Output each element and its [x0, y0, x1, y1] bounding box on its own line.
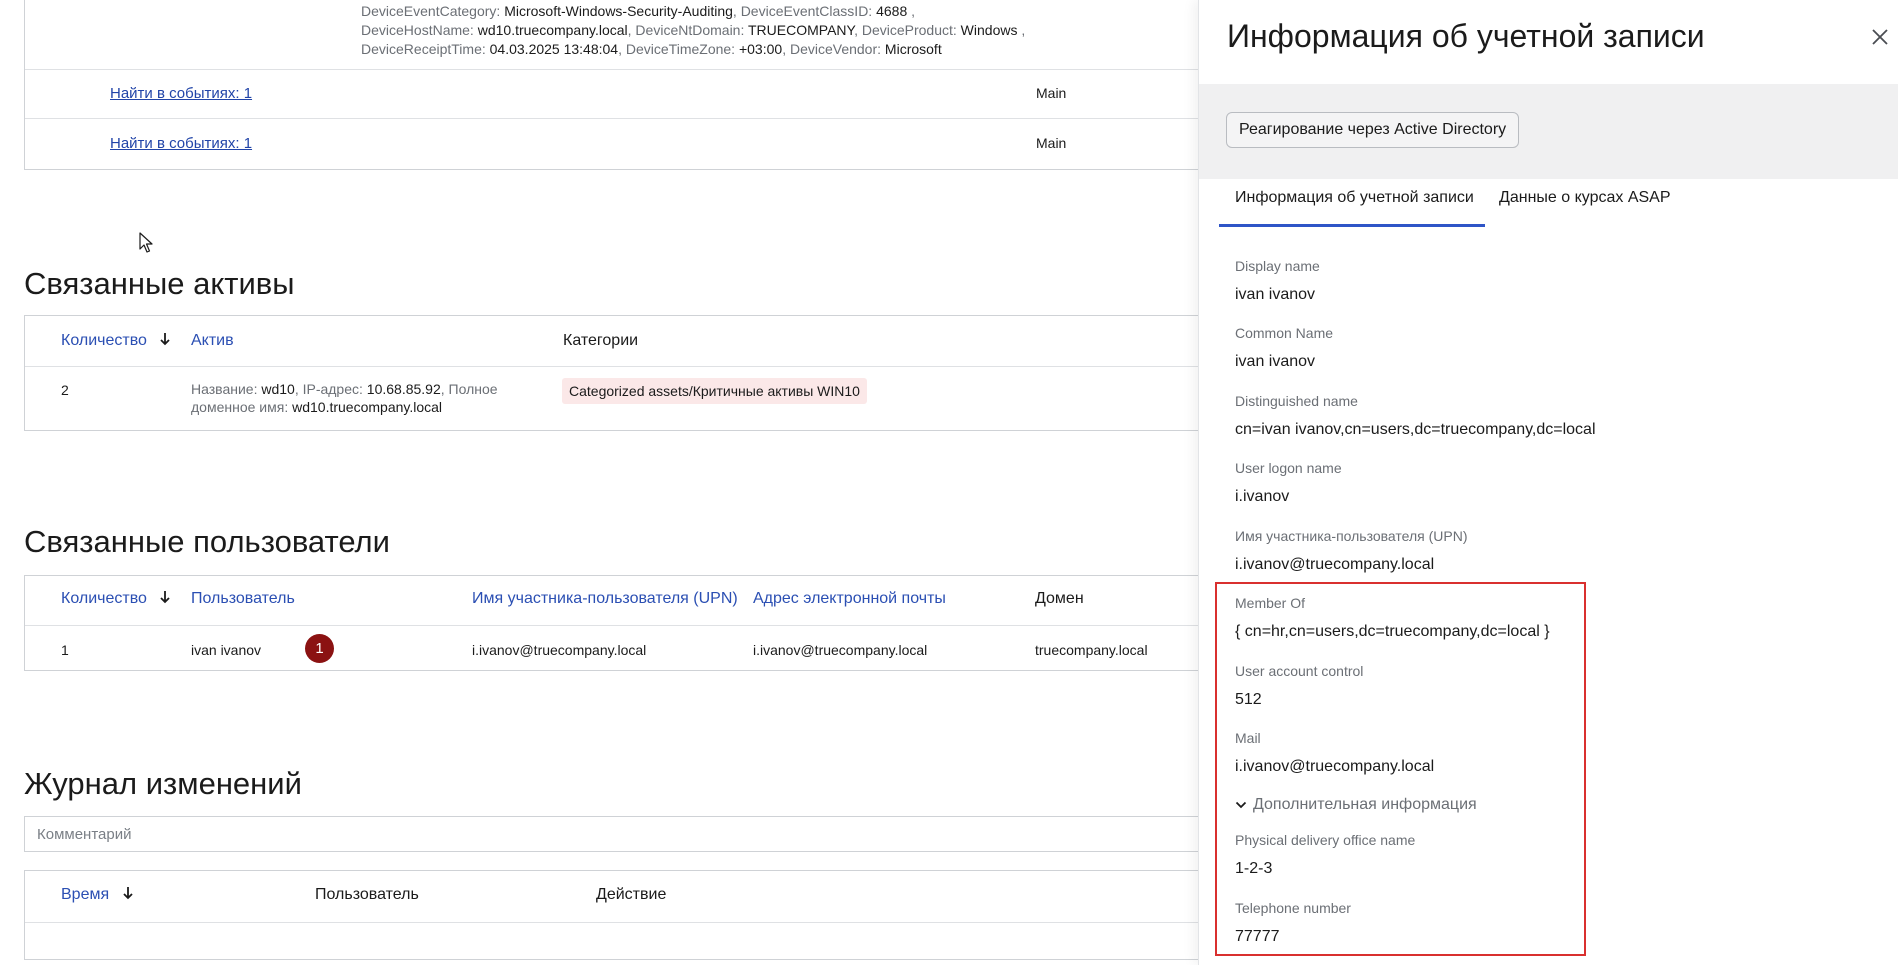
sort-down-icon	[159, 590, 171, 604]
field-value-mail: i.ivanov@truecompany.local	[1235, 758, 1435, 775]
users-section-title: Связанные пользователи	[24, 524, 390, 559]
changelog-section-title: Журнал изменений	[24, 766, 302, 801]
col-header-domain: Домен	[1035, 590, 1084, 607]
events-table: DeviceEventCategory: Microsoft-Windows-S…	[24, 0, 1198, 170]
panel-tabs: Информация об учетной записи Данные о ку…	[1199, 179, 1898, 227]
col-header-asset[interactable]: Актив	[191, 332, 234, 350]
field-value-distinguished-name: cn=ivan ivanov,cn=users,dc=truecompany,d…	[1235, 421, 1596, 438]
field-value-telephone: 77777	[1235, 928, 1280, 945]
field-value-member-of: { cn=hr,cn=users,dc=truecompany,dc=local…	[1235, 623, 1550, 640]
field-label-common-name: Common Name	[1235, 325, 1334, 341]
user-domain: truecompany.local	[1035, 642, 1148, 658]
field-label-upn: Имя участника-пользователя (UPN)	[1235, 528, 1468, 544]
field-label-distinguished-name: Distinguished name	[1235, 393, 1358, 409]
additional-info-toggle[interactable]: Дополнительная информация	[1235, 796, 1477, 814]
main-content: DeviceEventCategory: Microsoft-Windows-S…	[0, 0, 1198, 965]
chevron-down-icon	[1235, 801, 1247, 809]
event-details-line-2: DeviceHostName: wd10.truecompany.local, …	[361, 22, 1026, 38]
event-source: Main	[1036, 85, 1067, 101]
user-email: i.ivanov@truecompany.local	[753, 642, 928, 658]
col-header-user[interactable]: Пользователь	[191, 590, 295, 608]
field-value-user-account-control: 512	[1235, 691, 1262, 708]
user-upn: i.ivanov@truecompany.local	[472, 642, 647, 658]
panel-title: Информация об учетной записи	[1227, 18, 1705, 54]
assets-section-title: Связанные активы	[24, 266, 295, 301]
field-label-user-account-control: User account control	[1235, 663, 1364, 679]
tab-account-info[interactable]: Информация об учетной записи	[1235, 189, 1474, 207]
sort-down-icon	[159, 332, 171, 346]
field-label-member-of: Member Of	[1235, 595, 1306, 611]
find-in-events-link[interactable]: Найти в событиях: 1	[110, 85, 252, 102]
asset-count: 2	[61, 382, 69, 398]
close-icon[interactable]	[1869, 26, 1891, 48]
row-divider	[25, 625, 1198, 626]
annotation-badge: 1	[305, 634, 334, 663]
col-header-upn[interactable]: Имя участника-пользователя (UPN)	[472, 590, 738, 608]
assets-table: Количество Актив Категории 2 Название: w…	[24, 315, 1198, 431]
field-label-logon-name: User logon name	[1235, 460, 1342, 476]
mouse-cursor-icon	[139, 232, 153, 253]
col-header-count[interactable]: Количество	[61, 590, 171, 608]
field-label-telephone: Telephone number	[1235, 900, 1351, 916]
field-value-common-name: ivan ivanov	[1235, 353, 1316, 370]
user-name[interactable]: ivan ivanov	[191, 642, 261, 658]
col-header-email[interactable]: Адрес электронной почты	[753, 590, 946, 608]
field-label-office: Physical delivery office name	[1235, 832, 1416, 848]
users-table: Количество Пользователь Имя участника-по…	[24, 575, 1198, 671]
changelog-table: Время Пользователь Действие	[24, 870, 1198, 960]
col-header-count[interactable]: Количество	[61, 332, 171, 350]
asset-details[interactable]: Название: wd10, IP-адрес: 10.68.85.92, П…	[191, 380, 498, 416]
actions-bar: Реагирование через Active Directory	[1199, 84, 1898, 179]
comment-input[interactable]	[24, 816, 1198, 852]
sort-down-icon	[122, 886, 134, 900]
field-label-mail: Mail	[1235, 730, 1261, 746]
tab-asap-courses[interactable]: Данные о курсах ASAP	[1499, 189, 1671, 207]
row-divider	[25, 366, 1198, 367]
row-divider	[25, 69, 1198, 70]
event-details-line-1: DeviceEventCategory: Microsoft-Windows-S…	[361, 3, 916, 19]
col-header-time[interactable]: Время	[61, 886, 134, 904]
asset-category-tag: Categorized assets/Критичные активы WIN1…	[562, 378, 867, 404]
account-info-panel: Информация об учетной записи Реагировани…	[1198, 0, 1898, 965]
row-divider	[25, 118, 1198, 119]
row-divider	[25, 922, 1198, 923]
field-label-display-name: Display name	[1235, 258, 1320, 274]
event-details-line-3: DeviceReceiptTime: 04.03.2025 13:48:04, …	[361, 41, 942, 57]
event-source: Main	[1036, 135, 1067, 151]
field-value-display-name: ivan ivanov	[1235, 286, 1316, 303]
active-tab-indicator	[1219, 224, 1485, 227]
col-header-action: Действие	[596, 886, 667, 903]
field-value-upn: i.ivanov@truecompany.local	[1235, 556, 1435, 573]
field-value-logon-name: i.ivanov	[1235, 488, 1290, 505]
col-header-categories: Категории	[563, 332, 639, 349]
field-value-office: 1-2-3	[1235, 860, 1273, 877]
find-in-events-link[interactable]: Найти в событиях: 1	[110, 135, 252, 152]
ad-response-button[interactable]: Реагирование через Active Directory	[1226, 112, 1520, 148]
user-count: 1	[61, 642, 69, 658]
col-header-user: Пользователь	[315, 886, 419, 903]
